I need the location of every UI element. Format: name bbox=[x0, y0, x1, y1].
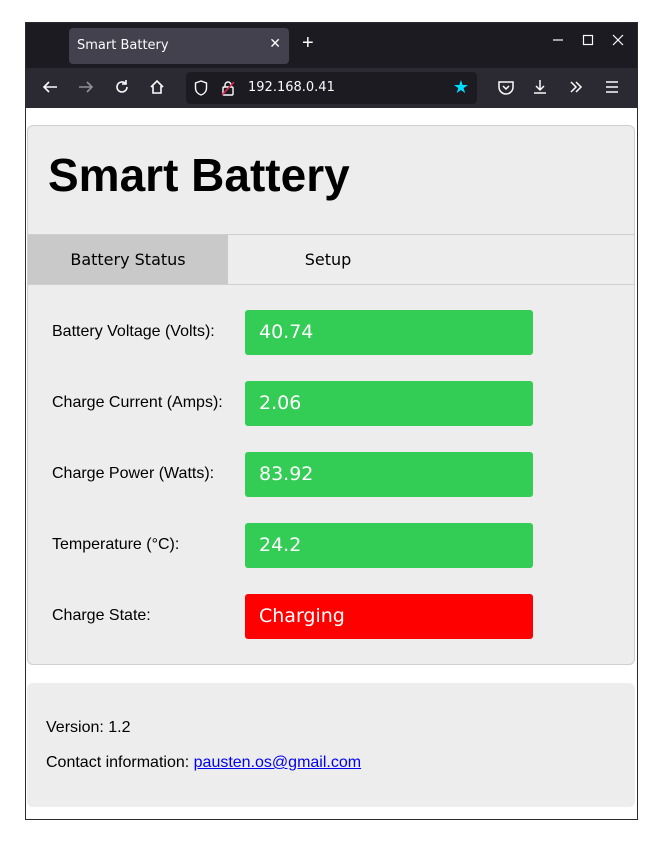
overflow-menu-button[interactable] bbox=[567, 78, 585, 101]
contact-line: Contact information: pausten.os@gmail.co… bbox=[46, 754, 361, 772]
reload-button[interactable] bbox=[113, 78, 131, 101]
reading-row-current: Charge Current (Amps): 2.06 bbox=[28, 381, 634, 426]
tab-battery-status[interactable]: Battery Status bbox=[28, 235, 228, 284]
insecure-lock-icon[interactable] bbox=[221, 80, 235, 99]
home-button[interactable] bbox=[148, 78, 166, 101]
reading-row-power: Charge Power (Watts): 83.92 bbox=[28, 452, 634, 497]
reading-row-temperature: Temperature (°C): 24.2 bbox=[28, 523, 634, 568]
minimize-icon bbox=[553, 39, 563, 41]
hamburger-menu-icon bbox=[606, 81, 618, 93]
forward-arrow-icon bbox=[79, 81, 94, 93]
shield-icon[interactable] bbox=[194, 80, 208, 99]
version-text: Version: 1.2 bbox=[46, 719, 131, 736]
close-window-button[interactable] bbox=[612, 33, 624, 49]
close-icon bbox=[612, 34, 624, 46]
reading-row-voltage: Battery Voltage (Volts): 40.74 bbox=[28, 310, 634, 355]
tab-setup[interactable]: Setup bbox=[228, 235, 428, 284]
charge-state-value: Charging bbox=[245, 594, 533, 639]
download-icon bbox=[534, 80, 546, 94]
current-value: 2.06 bbox=[245, 381, 533, 426]
maximize-icon bbox=[582, 34, 594, 46]
reading-label: Temperature (°C): bbox=[52, 536, 180, 553]
pocket-icon bbox=[498, 81, 514, 95]
home-icon bbox=[150, 79, 164, 94]
reload-icon bbox=[116, 80, 128, 93]
reading-row-charge-state: Charge State: Charging bbox=[28, 594, 634, 639]
minimize-button[interactable] bbox=[552, 33, 564, 49]
temperature-value: 24.2 bbox=[245, 523, 533, 568]
reading-label: Charge Current (Amps): bbox=[52, 394, 223, 411]
url-text: 192.168.0.41 bbox=[248, 80, 335, 95]
bookmark-star-icon[interactable]: ★ bbox=[453, 77, 469, 98]
browser-tab[interactable]: Smart Battery ✕ bbox=[69, 28, 289, 64]
reading-label: Charge State: bbox=[52, 607, 151, 624]
page-content: Smart Battery Battery Status Setup Batte… bbox=[26, 108, 637, 819]
back-button[interactable] bbox=[41, 78, 59, 101]
forward-button[interactable] bbox=[77, 78, 95, 101]
chevron-double-right-icon bbox=[570, 81, 583, 93]
power-value: 83.92 bbox=[245, 452, 533, 497]
email-link[interactable]: pausten.os@gmail.com bbox=[194, 754, 361, 771]
back-arrow-icon bbox=[42, 81, 57, 93]
browser-tab-title: Smart Battery bbox=[77, 38, 169, 53]
app-menu-button[interactable] bbox=[603, 78, 621, 101]
contact-label: Contact information: bbox=[46, 754, 190, 771]
url-bar[interactable]: 192.168.0.41 ★ bbox=[186, 72, 477, 104]
new-tab-button[interactable]: + bbox=[302, 33, 314, 53]
downloads-button[interactable] bbox=[531, 78, 549, 101]
reading-label: Charge Power (Watts): bbox=[52, 465, 215, 482]
browser-window: Smart Battery ✕ + 192.168.0.41 ★ Smart B… bbox=[25, 22, 638, 820]
pocket-button[interactable] bbox=[497, 78, 515, 101]
voltage-value: 40.74 bbox=[245, 310, 533, 355]
maximize-button[interactable] bbox=[582, 33, 594, 49]
status-card: Smart Battery Battery Status Setup Batte… bbox=[27, 125, 635, 665]
close-tab-icon[interactable]: ✕ bbox=[269, 36, 281, 52]
page-tabs: Battery Status Setup bbox=[28, 234, 634, 285]
navigation-toolbar: 192.168.0.41 ★ bbox=[26, 68, 637, 108]
reading-label: Battery Voltage (Volts): bbox=[52, 323, 215, 340]
footer-card: Version: 1.2 Contact information: pauste… bbox=[27, 683, 635, 807]
page-title: Smart Battery bbox=[48, 149, 350, 201]
tab-strip: Smart Battery ✕ + bbox=[26, 23, 637, 68]
